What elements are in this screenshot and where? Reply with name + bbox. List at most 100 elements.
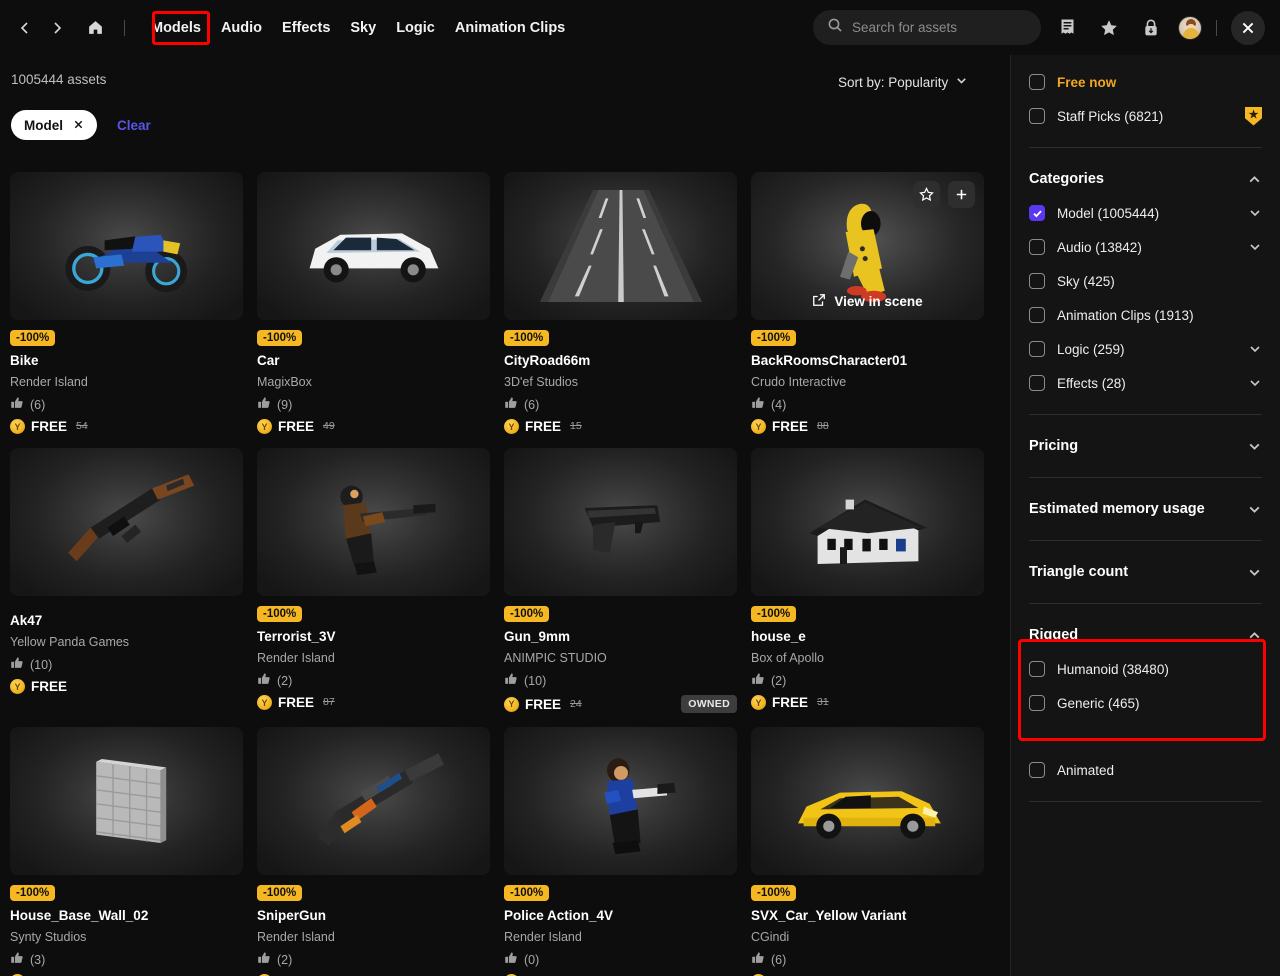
- home-button[interactable]: [80, 13, 110, 43]
- filter-category-label: Logic (259): [1057, 342, 1236, 357]
- filter-category-3[interactable]: Animation Clips (1913): [1029, 298, 1262, 332]
- sort-by-dropdown[interactable]: Sort by: Popularity: [838, 74, 968, 90]
- forward-button[interactable]: [42, 13, 72, 43]
- asset-card[interactable]: -100%house_eBox of Apollo(2)YFREE31: [751, 448, 984, 713]
- asset-card[interactable]: -100%Terrorist_3VRender Island(2)YFREE87: [257, 448, 490, 713]
- plus-icon[interactable]: [948, 181, 975, 208]
- asset-thumbnail[interactable]: [10, 727, 243, 875]
- chevron-down-icon[interactable]: [1247, 502, 1262, 517]
- filter-category-5[interactable]: Effects (28): [1029, 366, 1262, 400]
- receipt-icon[interactable]: [1052, 13, 1082, 43]
- filter-rigged-generic[interactable]: Generic (465): [1029, 686, 1262, 720]
- asset-price: YFREE54: [10, 419, 88, 434]
- view-in-scene-button[interactable]: View in scene: [751, 293, 984, 310]
- filter-category-0[interactable]: Model (1005444): [1029, 196, 1262, 230]
- tab-sky[interactable]: Sky: [340, 13, 386, 43]
- filter-category-1[interactable]: Audio (13842): [1029, 230, 1262, 264]
- checkbox[interactable]: [1029, 239, 1045, 255]
- asset-thumbnail[interactable]: [504, 727, 737, 875]
- asset-card[interactable]: -100%House_Base_Wall_02Synty Studios(3)Y…: [10, 727, 243, 976]
- asset-original-price: 54: [76, 420, 88, 432]
- chevron-down-icon[interactable]: [1247, 439, 1262, 454]
- asset-thumbnail[interactable]: [257, 172, 490, 320]
- discount-badge: -100%: [751, 885, 796, 901]
- section-estimated-memory-usage[interactable]: Estimated memory usage: [1029, 492, 1262, 526]
- section-triangle-count[interactable]: Triangle count: [1029, 555, 1262, 589]
- checkbox[interactable]: [1029, 74, 1045, 90]
- asset-card[interactable]: -100%SniperGunRender Island(2)YFREE: [257, 727, 490, 976]
- asset-author: Box of Apollo: [751, 651, 984, 665]
- filter-animated[interactable]: Animated: [1029, 753, 1262, 787]
- chevron-up-icon[interactable]: [1247, 628, 1262, 643]
- section-rigged[interactable]: Rigged: [1029, 618, 1262, 652]
- view-in-scene-label: View in scene: [834, 294, 922, 309]
- clear-filters-link[interactable]: Clear: [117, 118, 151, 133]
- section-pricing[interactable]: Pricing: [1029, 429, 1262, 463]
- checkbox[interactable]: [1029, 273, 1045, 289]
- asset-price-row: YFREE15: [504, 419, 737, 434]
- chevron-down-icon[interactable]: [1248, 240, 1262, 254]
- asset-card[interactable]: -100%CarMagixBox(9)YFREE49: [257, 172, 490, 434]
- chevron-down-icon[interactable]: [1248, 376, 1262, 390]
- filter-rigged-humanoid[interactable]: Humanoid (38480): [1029, 652, 1262, 686]
- asset-thumbnail[interactable]: [504, 448, 737, 596]
- asset-thumbnail[interactable]: [10, 448, 243, 596]
- checkbox[interactable]: [1029, 205, 1045, 221]
- asset-card[interactable]: View in scene-100%BackRoomsCharacter01Cr…: [751, 172, 984, 434]
- checkbox[interactable]: [1029, 695, 1045, 711]
- filter-chip-model[interactable]: Model: [11, 110, 97, 140]
- tab-audio[interactable]: Audio: [211, 13, 272, 43]
- asset-likes-count: (4): [771, 398, 786, 412]
- checkbox[interactable]: [1029, 375, 1045, 391]
- search-box[interactable]: [813, 10, 1041, 45]
- divider: [1029, 603, 1262, 604]
- tab-animation-clips[interactable]: Animation Clips: [445, 13, 575, 43]
- asset-thumbnail[interactable]: [10, 172, 243, 320]
- chevron-down-icon[interactable]: [1248, 206, 1262, 220]
- asset-author: CGindi: [751, 930, 984, 944]
- tab-effects[interactable]: Effects: [272, 13, 340, 43]
- filter-category-2[interactable]: Sky (425): [1029, 264, 1262, 298]
- discount-badge: -100%: [257, 885, 302, 901]
- asset-price-row: YFREE54: [10, 419, 243, 434]
- asset-price: YFREE24: [504, 697, 582, 712]
- asset-card[interactable]: -100%CityRoad66m3D'ef Studios(6)YFREE15: [504, 172, 737, 434]
- filter-staff-picks[interactable]: Staff Picks (6821) ★: [1029, 99, 1262, 133]
- asset-price-row: YFREE: [10, 679, 243, 694]
- asset-card[interactable]: -100%BikeRender Island(6)YFREE54: [10, 172, 243, 434]
- filter-category-4[interactable]: Logic (259): [1029, 332, 1262, 366]
- chevron-down-icon[interactable]: [1247, 565, 1262, 580]
- asset-thumbnail[interactable]: [504, 172, 737, 320]
- chevron-down-icon[interactable]: [1248, 342, 1262, 356]
- chevron-up-icon[interactable]: [1247, 172, 1262, 187]
- asset-thumbnail[interactable]: [751, 727, 984, 875]
- asset-likes: (6): [751, 951, 984, 968]
- checkbox[interactable]: [1029, 108, 1045, 124]
- checkbox[interactable]: [1029, 661, 1045, 677]
- asset-card[interactable]: -100%SVX_Car_Yellow VariantCGindi(6)YFRE…: [751, 727, 984, 976]
- asset-card[interactable]: -100%Police Action_4VRender Island(0)YFR…: [504, 727, 737, 976]
- checkbox[interactable]: [1029, 762, 1045, 778]
- back-button[interactable]: [10, 13, 40, 43]
- avatar[interactable]: [1178, 16, 1202, 40]
- asset-thumbnail[interactable]: View in scene: [751, 172, 984, 320]
- asset-thumbnail[interactable]: [751, 448, 984, 596]
- filter-free-now[interactable]: Free now: [1029, 65, 1262, 99]
- section-categories[interactable]: Categories: [1029, 162, 1262, 196]
- checkbox[interactable]: [1029, 341, 1045, 357]
- close-icon[interactable]: [73, 118, 84, 133]
- search-input[interactable]: [852, 20, 1027, 35]
- star-icon[interactable]: [913, 181, 940, 208]
- star-icon[interactable]: [1094, 13, 1124, 43]
- asset-card[interactable]: Ak47Yellow Panda Games(10)YFREE: [10, 448, 243, 713]
- tab-logic[interactable]: Logic: [386, 13, 445, 43]
- asset-thumbnail[interactable]: [257, 448, 490, 596]
- asset-thumbnail[interactable]: [257, 727, 490, 875]
- thumbs-up-icon: [10, 396, 24, 413]
- lock-download-icon[interactable]: [1136, 13, 1166, 43]
- close-button[interactable]: [1231, 11, 1265, 45]
- checkbox[interactable]: [1029, 307, 1045, 323]
- asset-card[interactable]: -100%Gun_9mmANIMPIC STUDIO(10)YFREE24OWN…: [504, 448, 737, 713]
- tab-models[interactable]: Models: [141, 13, 211, 43]
- nav-arrows: [0, 13, 137, 43]
